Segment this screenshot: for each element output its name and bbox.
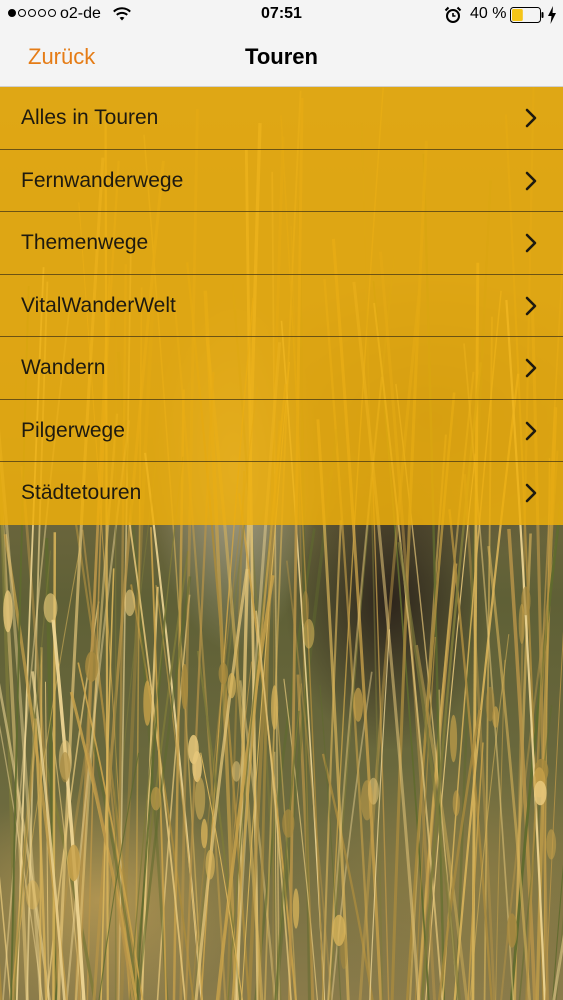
status-bar: o2-de 07:51 40 % [0,0,563,30]
chevron-right-icon [525,421,537,440]
alarm-clock-icon [444,6,462,23]
navigation-bar: Zurück Touren [0,30,563,87]
list-item-pilgerwege[interactable]: Pilgerwege [0,400,563,462]
chevron-right-icon [525,233,537,253]
list-item-fernwanderwege[interactable]: Fernwanderwege [0,150,563,212]
list-item-vitalwanderwelt[interactable]: VitalWanderWelt [0,275,563,337]
list-item-alles-in-touren[interactable]: Alles in Touren [0,87,563,150]
list-item-label: Pilgerwege [21,418,125,442]
list-item-label: Themenwege [21,231,149,254]
list-item-wandern[interactable]: Wandern [0,337,563,400]
list-item-staedtetouren[interactable]: Städtetouren [0,462,563,525]
list-item-label: VitalWanderWelt [21,293,176,317]
chevron-right-icon [525,171,537,190]
chevron-right-icon [525,483,537,503]
battery-percentage: 40 % [470,5,507,22]
list-item-themenwege[interactable]: Themenwege [0,212,563,275]
chevron-right-icon [525,296,537,315]
list-item-label: Wandern [21,356,106,379]
list-item-label: Alles in Touren [21,106,159,129]
top-bar: o2-de 07:51 40 % Zurück Touren [0,0,563,87]
chevron-right-icon [525,358,537,378]
page-title: Touren [245,44,318,69]
tour-category-list: Alles in Touren Fernwanderwege Themenweg… [0,87,563,525]
bolt-icon [548,6,556,24]
chevron-right-icon [525,108,537,128]
battery-icon [510,7,544,23]
list-item-label: Städtetouren [21,481,142,504]
list-item-label: Fernwanderwege [21,168,184,192]
